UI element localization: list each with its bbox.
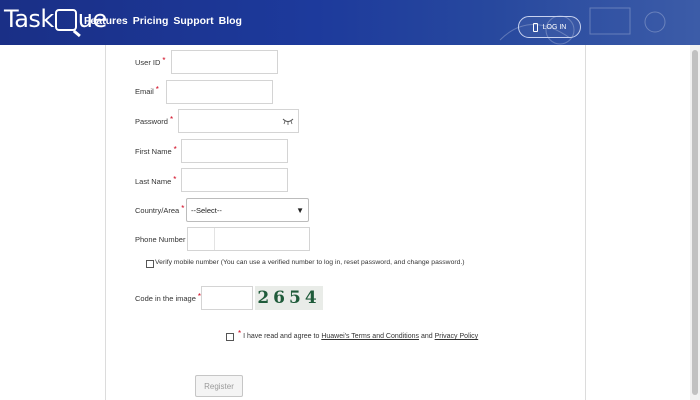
agree-and: and (420, 333, 433, 340)
required-mark: * (162, 56, 166, 65)
last-name-label: Last Name * (135, 175, 177, 186)
chevron-down-icon: ▼ (296, 206, 304, 215)
required-mark: * (173, 175, 177, 184)
password-input[interactable] (178, 109, 299, 133)
agree-prefix: I have read and agree to (243, 333, 320, 340)
required-mark: * (181, 204, 185, 213)
email-label-text: Email (135, 87, 154, 96)
country-select[interactable]: --Select-- ▼ (186, 198, 309, 222)
main-nav: Features Pricing Support Blog (84, 15, 242, 27)
code-label: Code in the image * (135, 292, 201, 303)
login-button[interactable]: LOG IN (518, 16, 581, 38)
nav-blog[interactable]: Blog (219, 15, 242, 27)
required-mark: * (173, 145, 177, 154)
last-name-label-text: Last Name (135, 177, 172, 186)
country-label: Country/Area * (135, 204, 185, 215)
password-label: Password * (135, 115, 174, 126)
last-name-input[interactable] (181, 168, 288, 192)
required-mark: * (169, 115, 174, 124)
captcha-input[interactable] (201, 286, 253, 310)
privacy-link[interactable]: Privacy Policy (435, 333, 479, 340)
nav-support[interactable]: Support (173, 15, 213, 27)
nav-pricing[interactable]: Pricing (133, 15, 169, 27)
verify-mobile-text: Verify mobile number (You can use a veri… (155, 259, 465, 266)
captcha-image[interactable]: 2654 (255, 286, 323, 310)
nav-features[interactable]: Features (84, 15, 128, 27)
email-label: Email * (135, 85, 159, 96)
user-id-label-text: User ID (135, 58, 161, 67)
phone-label: Phone Number (135, 235, 185, 244)
page-scrollbar[interactable] (690, 45, 700, 400)
user-id-input[interactable] (171, 50, 278, 74)
hide-password-eye-icon[interactable] (282, 116, 294, 126)
phone-country-code[interactable] (188, 228, 215, 250)
verify-mobile-checkbox[interactable] (146, 260, 154, 268)
terms-link[interactable]: Huawei's Terms and Conditions (321, 333, 419, 340)
first-name-input[interactable] (181, 139, 288, 163)
agree-terms-text: * I have read and agree to Huawei's Term… (236, 329, 479, 340)
country-select-value: --Select-- (191, 205, 222, 215)
country-label-text: Country/Area (135, 206, 180, 215)
required-mark: * (155, 85, 159, 94)
first-name-label-text: First Name (135, 147, 172, 156)
logo-text-start: Task (4, 5, 54, 33)
agree-terms-checkbox[interactable] (226, 333, 234, 341)
required-mark: * (238, 329, 242, 338)
logo-q-icon (54, 9, 77, 31)
code-label-text: Code in the image (135, 294, 196, 303)
phone-input[interactable] (187, 227, 310, 251)
register-button[interactable]: Register (195, 375, 243, 397)
email-input[interactable] (166, 80, 273, 104)
login-label: LOG IN (542, 23, 567, 31)
user-id-label: User ID * (135, 56, 166, 67)
password-label-text: Password (135, 117, 168, 126)
first-name-label: First Name * (135, 145, 177, 156)
content-right-border (585, 45, 586, 400)
top-navigation-bar: Task ue Features Pricing Support Blog LO… (0, 0, 700, 45)
content-left-border (105, 45, 106, 400)
scrollbar-thumb[interactable] (692, 50, 698, 395)
phone-label-text: Phone Number (135, 235, 186, 244)
login-icon (532, 22, 538, 32)
